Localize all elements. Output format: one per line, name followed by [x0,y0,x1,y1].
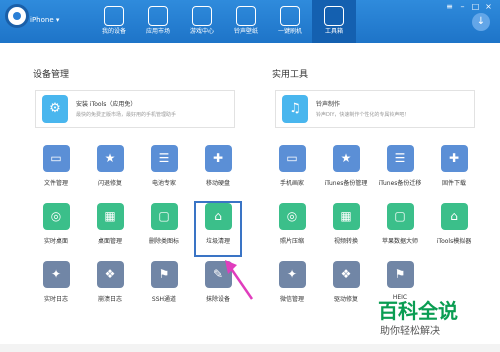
app-label: iTools模拟器 [436,238,472,245]
app-icon: ▦ [332,203,360,230]
app-label: 手机画家 [279,180,304,187]
app-right-1-3[interactable]: ⌂ iTools模拟器 [432,203,476,255]
app-icon: ⌂ [204,203,232,230]
app-icon: ⌂ [440,203,468,230]
app-right-0-0[interactable]: ▭ 手机画家 [270,145,314,197]
app-left-1-0[interactable]: ◎ 实时桌面 [34,203,78,255]
app-label: 照片压缩 [279,238,304,245]
app-icon: ▦ [96,203,124,230]
section-device-management: 设备管理 [33,70,70,80]
app-icon: ⚑ [150,261,178,288]
app-label: 删除类图标 [148,238,179,245]
app-right-2-1[interactable]: ❖ 驱动修复 [324,261,368,313]
app-label: 视频转换 [333,238,358,245]
arrow-annotation [225,260,254,300]
tab-toolbox[interactable]: 工具箱 [312,0,356,43]
menu-icon[interactable]: ≡ [445,2,454,11]
watermark-title: 百科全说 [378,299,458,323]
ringtone-card[interactable]: ♫ 铃声制作 铃声DIY，快速制作个性化的专属铃声吧！ [275,90,475,128]
app-icon: ❖ [332,261,360,288]
install-itools-card[interactable]: ⚙ 安装 iTools（应用免） 最快的免费正版市场，最好用的手机管理助手 [35,90,235,128]
bottom-strip [0,344,500,352]
app-label: iTunes备份迁移 [378,180,422,187]
app-label: 垃圾清理 [205,238,230,245]
flash-icon [280,6,300,26]
app-icon: ◎ [278,203,306,230]
itools-logo-icon [5,4,29,28]
app-label: 驱动修复 [333,296,358,303]
app-label: 实时桌面 [43,238,68,245]
app-label: 苹果数据大师 [381,238,418,245]
bell-icon: ♫ [282,95,308,123]
app-left-2-2[interactable]: ⚑ SSH通道 [142,261,186,313]
app-icon: ★ [96,145,124,172]
app-label: 实时日志 [43,296,68,303]
maximize-icon[interactable]: □ [471,2,480,11]
watermark-subtitle: 助你轻松解决 [380,326,440,337]
app-left-0-2[interactable]: ☰ 电池专家 [142,145,186,197]
app-left-0-3[interactable]: ✚ 移动硬盘 [196,145,240,197]
toolbox-icon [324,6,344,26]
app-icon: ✚ [204,145,232,172]
app-left-1-1[interactable]: ▦ 桌面管理 [88,203,132,255]
app-icon: ★ [332,145,360,172]
app-icon: ▢ [150,203,178,230]
app-icon: ✦ [278,261,306,288]
app-icon: ☰ [386,145,414,172]
phone-icon [104,6,124,26]
app-left-0-0[interactable]: ▭ 文件管理 [34,145,78,197]
minimize-icon[interactable]: – [458,2,467,11]
apps-icon [148,6,168,26]
device-selector[interactable]: iPhone ▾ [30,16,59,24]
app-left-2-0[interactable]: ✦ 实时日志 [34,261,78,313]
app-label: iTunes备份管理 [324,180,368,187]
app-label: 微信管理 [279,296,304,303]
app-icon: ⚑ [386,261,414,288]
app-right-2-0[interactable]: ✦ 微信管理 [270,261,314,313]
section-utilities: 实用工具 [272,70,309,80]
gamepad-icon [192,6,212,26]
app-icon: ☰ [150,145,178,172]
app-icon: ◎ [42,203,70,230]
tab-my-device[interactable]: 我的设备 [92,0,136,43]
close-icon[interactable]: × [484,2,493,11]
app-icon: ✚ [440,145,468,172]
app-right-1-1[interactable]: ▦ 视频转换 [324,203,368,255]
tab-app-market[interactable]: 应用市场 [136,0,180,43]
app-label: 桌面管理 [97,238,122,245]
tab-flash[interactable]: 一键刷机 [268,0,312,43]
app-left-1-3[interactable]: ⌂ 垃圾清理 [194,201,242,257]
app-label: 电池专家 [151,180,176,187]
app-icon: ✦ [42,261,70,288]
app-right-1-2[interactable]: ▢ 苹果数据大师 [378,203,422,255]
app-label: SSH通道 [151,296,177,303]
app-left-0-1[interactable]: ★ 闪退修复 [88,145,132,197]
app-right-0-3[interactable]: ✚ 固件下载 [432,145,476,197]
app-icon: ❖ [96,261,124,288]
tab-game-center[interactable]: 游戏中心 [180,0,224,43]
app-label: 移动硬盘 [205,180,230,187]
bell-icon [236,6,256,26]
app-left-2-1[interactable]: ❖ 崩溃日志 [88,261,132,313]
app-label: 文件管理 [43,180,68,187]
app-label: 闪退修复 [97,180,122,187]
app-label: 崩溃日志 [97,296,122,303]
gear-icon: ⚙ [42,95,68,123]
app-icon: ▢ [386,203,414,230]
app-left-1-2[interactable]: ▢ 删除类图标 [142,203,186,255]
download-icon[interactable]: ↓ [472,13,490,31]
app-right-1-0[interactable]: ◎ 照片压缩 [270,203,314,255]
app-icon: ▭ [278,145,306,172]
app-right-0-1[interactable]: ★ iTunes备份管理 [324,145,368,197]
tab-ringtones[interactable]: 铃声壁纸 [224,0,268,43]
app-label: 固件下载 [441,180,466,187]
app-icon: ▭ [42,145,70,172]
app-right-0-2[interactable]: ☰ iTunes备份迁移 [378,145,422,197]
